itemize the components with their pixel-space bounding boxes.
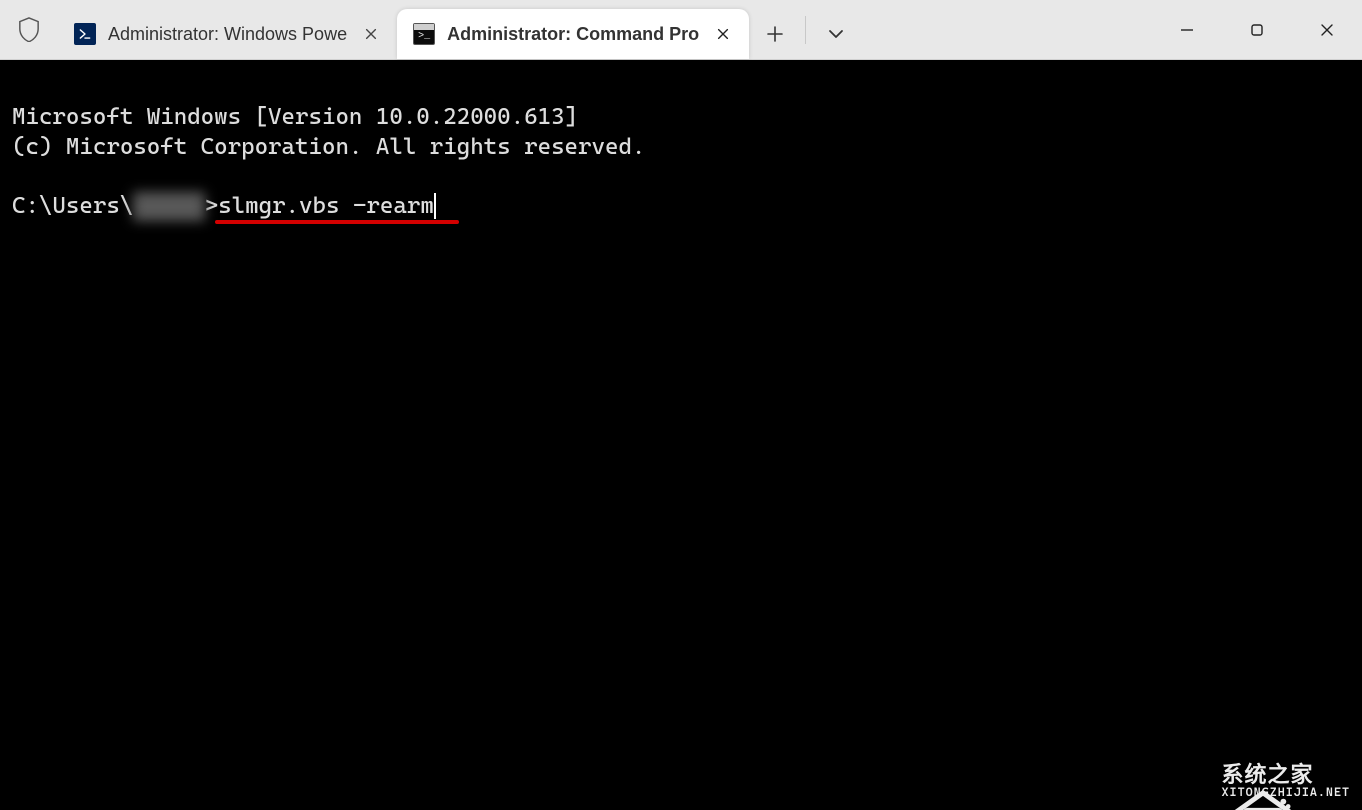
text-cursor <box>434 193 436 219</box>
house-icon <box>1152 760 1214 802</box>
prompt-username-blurred <box>133 192 204 221</box>
window-controls <box>1152 0 1362 59</box>
close-tab-button[interactable] <box>359 22 383 46</box>
version-line: Microsoft Windows [Version 10.0.22000.61… <box>12 104 578 130</box>
watermark-url: XITONGZHIJIA.NET <box>1222 786 1351 799</box>
shield-region <box>0 0 58 59</box>
command-prompt-icon: >_ <box>413 23 435 45</box>
close-tab-button[interactable] <box>711 22 735 46</box>
tab-strip: Administrator: Windows Powe >_ Administr… <box>58 0 862 59</box>
powershell-icon <box>74 23 96 45</box>
tab-powershell[interactable]: Administrator: Windows Powe <box>58 9 397 59</box>
tab-title: Administrator: Windows Powe <box>108 24 347 45</box>
new-tab-button[interactable] <box>749 9 801 59</box>
tab-dropdown-button[interactable] <box>810 9 862 59</box>
maximize-button[interactable] <box>1222 0 1292 59</box>
prompt-suffix: > <box>205 193 218 219</box>
tab-command-prompt[interactable]: >_ Administrator: Command Pro <box>397 9 749 59</box>
prompt-line: C:\Users\ >slmgr.vbs -rearm <box>12 192 436 221</box>
shield-icon <box>18 17 40 43</box>
red-underline-annotation <box>215 220 459 224</box>
typed-command: slmgr.vbs -rearm <box>218 193 434 219</box>
close-window-button[interactable] <box>1292 0 1362 59</box>
terminal-pane[interactable]: Microsoft Windows [Version 10.0.22000.61… <box>0 60 1362 810</box>
tab-title: Administrator: Command Pro <box>447 24 699 45</box>
title-bar: Administrator: Windows Powe >_ Administr… <box>0 0 1362 60</box>
watermark-title: 系统之家 <box>1222 763 1351 786</box>
prompt-prefix: C:\Users\ <box>12 193 133 219</box>
watermark: 系统之家 XITONGZHIJIA.NET <box>1152 760 1351 802</box>
tab-divider <box>805 16 806 44</box>
minimize-button[interactable] <box>1152 0 1222 59</box>
copyright-line: (c) Microsoft Corporation. All rights re… <box>12 134 645 160</box>
